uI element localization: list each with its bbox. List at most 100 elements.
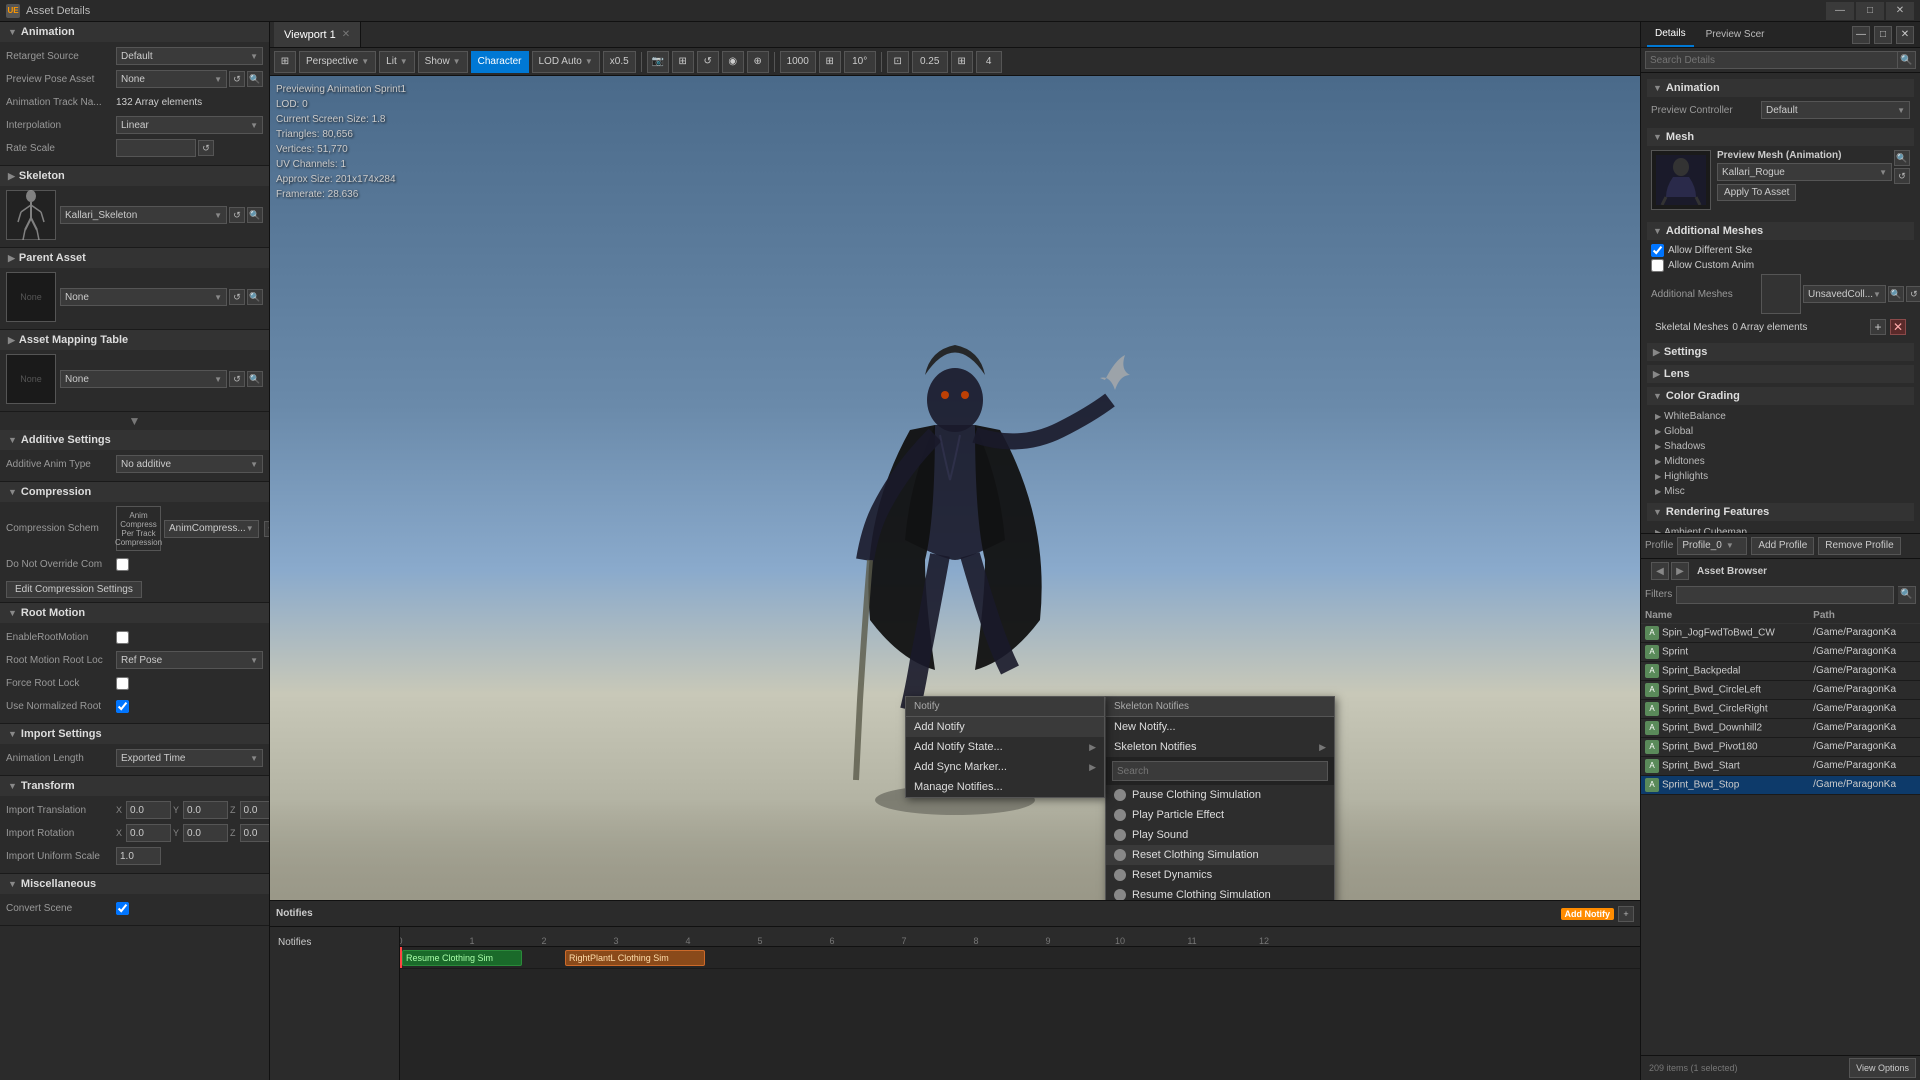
- show-btn[interactable]: Show ▼: [418, 51, 468, 73]
- grid-icon[interactable]: ⊞: [672, 51, 694, 73]
- root-motion-lock-dropdown[interactable]: Ref Pose ▼: [116, 651, 263, 669]
- rp-asset-search-icon[interactable]: 🔍: [1898, 586, 1916, 604]
- rp-search-input[interactable]: [1645, 51, 1898, 69]
- rp-additional-mesh-dropdown[interactable]: UnsavedColl... ▼: [1803, 285, 1886, 303]
- rp-tab-details[interactable]: Details: [1647, 22, 1694, 47]
- translation-y-input[interactable]: [183, 801, 228, 819]
- browse-mapping-icon[interactable]: 🔍: [247, 371, 263, 387]
- anim-length-dropdown[interactable]: Exported Time ▼: [116, 749, 263, 767]
- table-row[interactable]: ASprint_Bwd_CircleLeft /Game/ParagonKa: [1641, 680, 1920, 699]
- rp-color-grading-header[interactable]: ▼ Color Grading: [1647, 387, 1914, 405]
- table-row[interactable]: ASprint_Bwd_Stop /Game/ParagonKa: [1641, 775, 1920, 794]
- additive-anim-dropdown[interactable]: No additive ▼: [116, 455, 263, 473]
- asset-mapping-header[interactable]: ▶ Asset Mapping Table: [0, 330, 269, 350]
- maximize-button[interactable]: □: [1856, 2, 1884, 20]
- rp-forward-btn[interactable]: ▶: [1671, 562, 1689, 580]
- rp-white-balance-header[interactable]: ▶ WhiteBalance: [1651, 409, 1910, 424]
- scale-icon[interactable]: ⊡: [887, 51, 909, 73]
- rp-add-mesh-browse-icon[interactable]: 🔍: [1888, 286, 1904, 302]
- rp-mesh-sync-icon[interactable]: ↺: [1894, 168, 1910, 184]
- additive-settings-header[interactable]: ▼ Additive Settings: [0, 430, 269, 450]
- browse-parent-icon[interactable]: 🔍: [247, 289, 263, 305]
- perspective-icon-btn[interactable]: ⊞: [274, 51, 296, 73]
- rp-shadows-header[interactable]: ▶ Shadows: [1651, 439, 1910, 454]
- edit-compression-btn[interactable]: Edit Compression Settings: [6, 581, 142, 598]
- sub-add-notify-state[interactable]: Add Notify State... ▶: [906, 737, 1104, 757]
- rp-misc-header[interactable]: ▶ Misc: [1651, 484, 1910, 499]
- window-controls[interactable]: — □ ✕: [1826, 2, 1914, 20]
- interpolation-dropdown[interactable]: Linear ▼: [116, 116, 263, 134]
- asset-mapping-dropdown[interactable]: None ▼: [60, 370, 227, 388]
- rp-animation-header[interactable]: ▼ Animation: [1647, 79, 1914, 97]
- rp-tab-preview-scer[interactable]: Preview Scer: [1698, 22, 1773, 47]
- fov-input[interactable]: [780, 51, 816, 73]
- table-row[interactable]: ASprint_Bwd_Start /Game/ParagonKa: [1641, 756, 1920, 775]
- sub-manage-notifies[interactable]: Manage Notifies...: [906, 777, 1104, 797]
- rp-mesh-header[interactable]: ▼ Mesh: [1647, 128, 1914, 146]
- rp-minimize-icon[interactable]: —: [1852, 26, 1870, 44]
- sub-add-sync-marker[interactable]: Add Sync Marker... ▶: [906, 757, 1104, 777]
- sync-parent-icon[interactable]: ↺: [229, 289, 245, 305]
- lit-btn[interactable]: Lit ▼: [379, 51, 414, 73]
- rp-skel-add-btn[interactable]: +: [1870, 319, 1886, 335]
- col-name[interactable]: Name: [1641, 608, 1809, 624]
- rp-search-icon[interactable]: 🔍: [1898, 51, 1916, 69]
- viewport-tab-close[interactable]: ✕: [342, 29, 350, 40]
- rate-scale-input[interactable]: 1.0: [116, 139, 196, 157]
- rp-allow-custom-anim-checkbox[interactable]: [1651, 259, 1664, 272]
- sub-add-notify[interactable]: Add Notify: [906, 717, 1104, 737]
- viewport-canvas[interactable]: Previewing Animation Sprint1 LOD: 0 Curr…: [270, 76, 1640, 900]
- rp-midtones-header[interactable]: ▶ Midtones: [1651, 454, 1910, 469]
- scale-input[interactable]: [912, 51, 948, 73]
- ctx-pause-clothing[interactable]: Pause Clothing Simulation: [1106, 785, 1334, 805]
- rp-allow-diff-ske-checkbox[interactable]: [1651, 244, 1664, 257]
- ctx-resume-clothing[interactable]: Resume Clothing Simulation: [1106, 885, 1334, 900]
- table-row[interactable]: ASprint_Bwd_Pivot180 /Game/ParagonKa: [1641, 737, 1920, 756]
- col-path[interactable]: Path: [1809, 608, 1920, 624]
- root-motion-header[interactable]: ▼ Root Motion: [0, 603, 269, 623]
- table-row[interactable]: ASprint /Game/ParagonKa: [1641, 642, 1920, 661]
- close-button[interactable]: ✕: [1886, 2, 1914, 20]
- lod-btn[interactable]: LOD Auto ▼: [532, 51, 600, 73]
- rp-skel-remove-btn[interactable]: ✕: [1890, 319, 1906, 335]
- perspective-btn[interactable]: Perspective ▼: [299, 51, 376, 73]
- character-btn[interactable]: Character: [471, 51, 529, 73]
- rp-highlights-header[interactable]: ▶ Highlights: [1651, 469, 1910, 484]
- rp-rendering-header[interactable]: ▼ Rendering Features: [1647, 503, 1914, 521]
- translation-x-input[interactable]: [126, 801, 171, 819]
- parent-asset-header[interactable]: ▶ Parent Asset: [0, 248, 269, 268]
- rp-maximize-icon[interactable]: □: [1874, 26, 1892, 44]
- ctx-reset-clothing[interactable]: Reset Clothing Simulation: [1106, 845, 1334, 865]
- compression-header[interactable]: ▼ Compression: [0, 482, 269, 502]
- viewport-tab[interactable]: Viewport 1 ✕: [274, 22, 361, 47]
- layers-icon[interactable]: ⊞: [951, 51, 973, 73]
- rp-mesh-dropdown[interactable]: Kallari_Rogue ▼: [1717, 163, 1892, 181]
- tl-notify-track[interactable]: Resume Clothing Sim RightPlantL Clothing…: [400, 947, 1640, 969]
- ctx-play-sound[interactable]: Play Sound: [1106, 825, 1334, 845]
- grid2-icon[interactable]: ⊞: [819, 51, 841, 73]
- minimize-button[interactable]: —: [1826, 2, 1854, 20]
- rp-global-header[interactable]: ▶ Global: [1651, 424, 1910, 439]
- skeleton-dropdown[interactable]: Kallari_Skeleton ▼: [60, 206, 227, 224]
- ctx-play-particle[interactable]: Play Particle Effect: [1106, 805, 1334, 825]
- table-row[interactable]: ASpin_JogFwdToBwd_CW /Game/ParagonKa: [1641, 623, 1920, 642]
- enable-root-motion-checkbox[interactable]: [116, 631, 129, 644]
- rp-ambient-cubemap-header[interactable]: ▶ Ambient Cubemap: [1651, 525, 1910, 533]
- ctx-skeleton-notifies[interactable]: Skeleton Notifies ▶: [1106, 737, 1334, 757]
- force-root-lock-checkbox[interactable]: [116, 677, 129, 690]
- snap-icon[interactable]: ◉: [722, 51, 744, 73]
- expand-arrow[interactable]: ▼: [0, 412, 269, 430]
- rp-view-options-btn[interactable]: View Options: [1849, 1058, 1916, 1078]
- table-row[interactable]: ASprint_Backpedal /Game/ParagonKa: [1641, 661, 1920, 680]
- import-settings-header[interactable]: ▼ Import Settings: [0, 724, 269, 744]
- skeleton-section-header[interactable]: ▶ Skeleton: [0, 166, 269, 186]
- table-row[interactable]: ASprint_Bwd_Downhill2 /Game/ParagonKa: [1641, 718, 1920, 737]
- rp-back-btn[interactable]: ◀: [1651, 562, 1669, 580]
- rp-profile-dropdown[interactable]: Profile_0 ▼: [1677, 537, 1747, 555]
- reset-icon[interactable]: ↺: [198, 140, 214, 156]
- rp-apply-to-asset-btn[interactable]: Apply To Asset: [1717, 184, 1796, 201]
- transform-icon[interactable]: ⊕: [747, 51, 769, 73]
- rp-add-profile-btn[interactable]: Add Profile: [1751, 537, 1814, 555]
- rp-lens-header[interactable]: ▶ Lens: [1647, 365, 1914, 383]
- browse-skeleton-icon[interactable]: 🔍: [247, 207, 263, 223]
